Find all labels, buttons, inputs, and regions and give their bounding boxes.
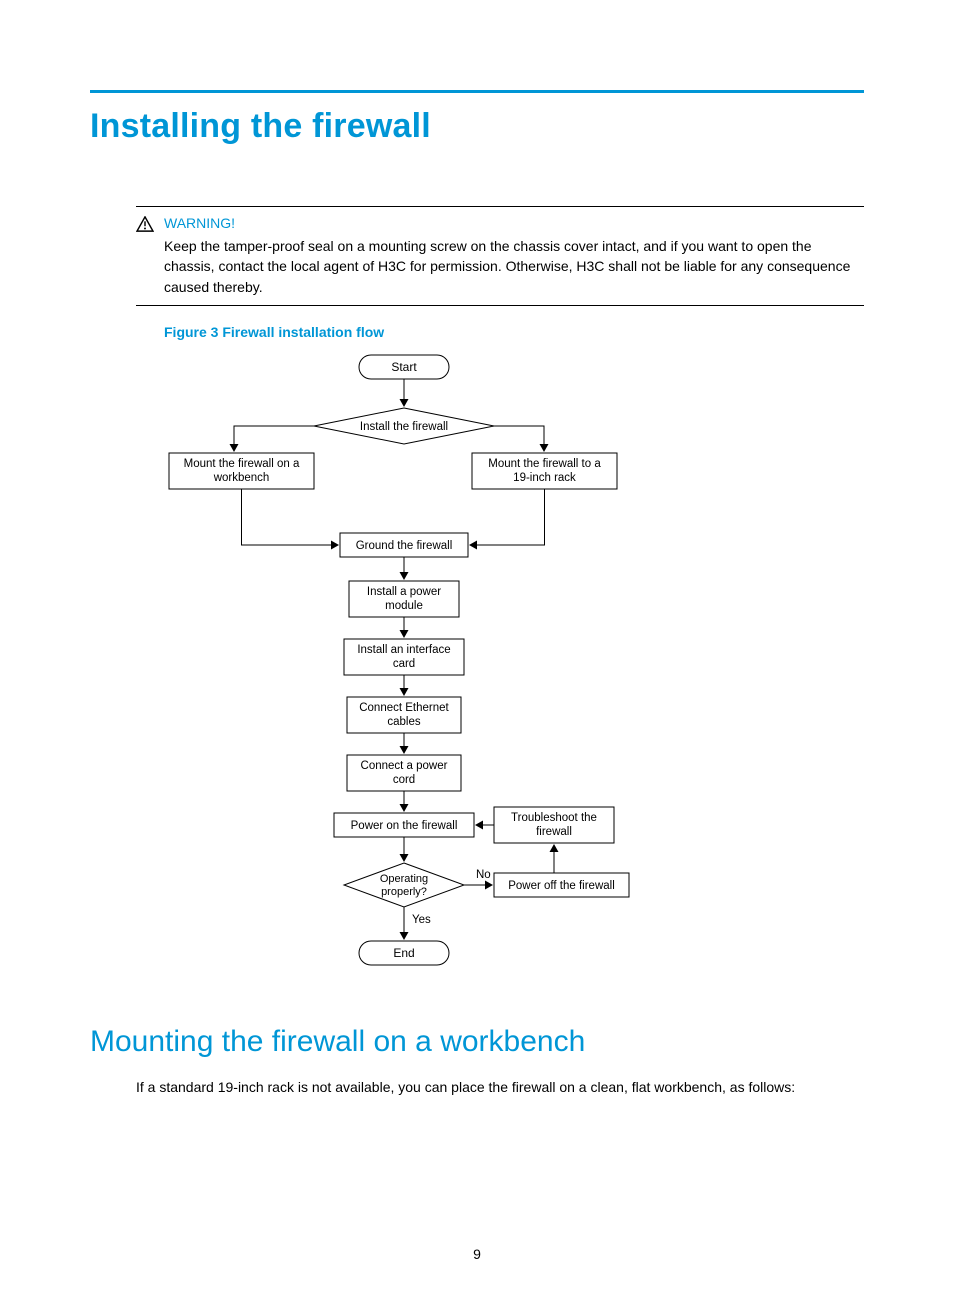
flow-ground: Ground the firewall [356,540,453,552]
flow-eth-l1: Connect Ethernet [359,702,449,714]
flow-pcord-l2: cord [393,774,415,786]
flow-iface-l1: Install an interface [357,644,450,656]
flow-power-off: Power off the firewall [508,880,615,892]
flow-install: Install the firewall [360,421,448,433]
flow-power-mod-l1: Install a power [367,586,441,598]
section-heading-mounting: Mounting the firewall on a workbench [90,1025,864,1059]
warning-triangle-icon [136,216,154,232]
flow-power-mod-l2: module [385,600,423,612]
flow-pcord-l1: Connect a power [361,760,448,772]
document-page: Installing the firewall WARNING! Keep th… [0,0,954,1296]
flow-start: Start [391,360,417,374]
warning-rule-top [136,206,864,207]
body-paragraph: If a standard 19-inch rack is not availa… [136,1077,864,1097]
flow-iface-l2: card [393,658,415,670]
flow-mount-rack-l1: Mount the firewall to a [488,458,601,470]
figure-caption: Figure 3 Firewall installation flow [164,324,864,340]
flow-end: End [393,946,414,960]
flow-power-on: Power on the firewall [351,820,458,832]
flow-op-l1: Operating [380,873,428,885]
content-block: WARNING! Keep the tamper-proof seal on a… [136,206,864,995]
flow-op-l2: properly? [381,886,427,898]
page-title: Installing the firewall [90,107,864,146]
warning-label: WARNING! [164,215,235,231]
flow-mount-rack-l2: 19-inch rack [513,472,576,484]
warning-text: Keep the tamper-proof seal on a mounting… [164,236,864,297]
warning-row: WARNING! [136,215,864,232]
flow-mount-wb-l2: workbench [213,472,270,484]
flowchart: Start Install the firewall Mount the fir… [164,350,864,995]
warning-rule-bottom [136,305,864,306]
flow-yes-label: Yes [412,914,431,926]
flow-no-label: No [476,869,491,881]
page-top-rule [90,90,864,93]
flow-trouble-l1: Troubleshoot the [511,812,597,824]
page-number: 9 [0,1246,954,1262]
flow-mount-wb-l1: Mount the firewall on a [184,458,300,470]
flow-eth-l2: cables [387,716,420,728]
flow-trouble-l2: firewall [536,826,572,838]
